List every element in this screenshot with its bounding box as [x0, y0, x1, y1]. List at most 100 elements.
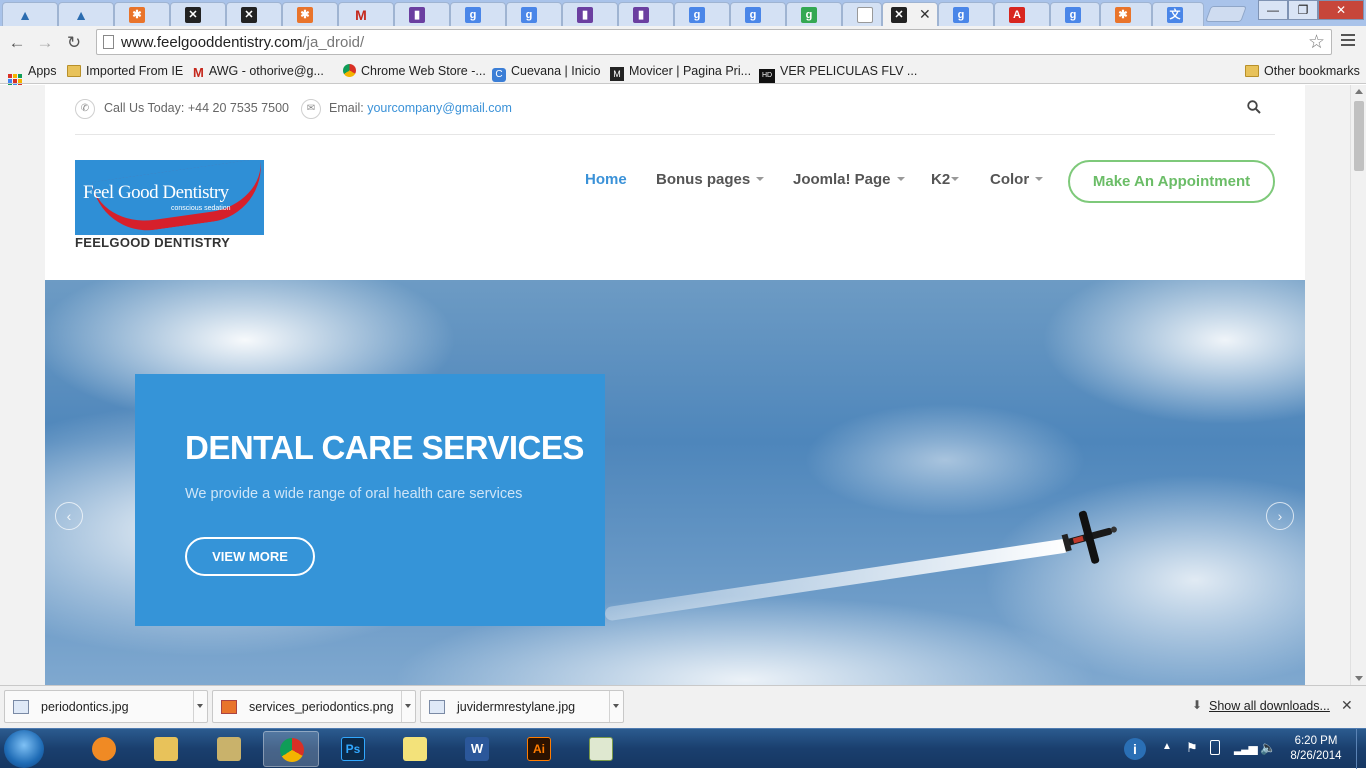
tab[interactable]: g	[938, 2, 994, 26]
url-host: www.feelgooddentistry.com	[121, 34, 303, 51]
download-item[interactable]: juvidermrestylane.jpg	[420, 690, 624, 723]
taskbar-notepad[interactable]	[573, 731, 629, 767]
google-icon: g	[465, 7, 481, 23]
new-tab-button[interactable]	[1205, 6, 1247, 22]
tab[interactable]: ✱	[1100, 2, 1152, 26]
nav-home[interactable]: Home	[585, 171, 627, 188]
system-clock[interactable]: 6:20 PM 8/26/2014	[1283, 734, 1349, 764]
view-more-button[interactable]: VIEW MORE	[185, 537, 315, 576]
tab[interactable]: ▮	[562, 2, 618, 26]
email-line: Email: yourcompany@gmail.com	[329, 101, 512, 115]
back-button[interactable]: ←	[6, 32, 28, 54]
page-icon	[103, 35, 114, 49]
minimize-button[interactable]: —	[1258, 0, 1288, 20]
device-tray-icon[interactable]	[1210, 740, 1220, 755]
nav-joomla-page[interactable]: Joomla! Page	[793, 171, 905, 188]
tab[interactable]: 文	[1152, 2, 1204, 26]
bookmark-imported-from-ie[interactable]: Imported From IE	[67, 62, 183, 80]
bookmark-other[interactable]: Other bookmarks	[1245, 62, 1360, 80]
scroll-thumb[interactable]	[1354, 101, 1364, 171]
tab[interactable]: ✕	[170, 2, 226, 26]
bookmark-awg[interactable]: M AWG - othorive@g...	[193, 62, 324, 80]
taskbar-photoshop[interactable]: Ps	[325, 731, 381, 767]
taskbar-illustrator[interactable]: Ai	[511, 731, 567, 767]
bookmark-movicer[interactable]: M Movicer | Pagina Pri...	[610, 62, 751, 81]
tab-active[interactable]: ✕ ✕	[882, 2, 938, 27]
google-icon: g	[521, 7, 537, 23]
download-menu-button[interactable]	[193, 691, 207, 722]
tab[interactable]: ▮	[618, 2, 674, 26]
show-hidden-icons[interactable]: ▲	[1162, 741, 1172, 752]
scroll-down-icon[interactable]	[1355, 676, 1363, 681]
download-item[interactable]: services_periodontics.png	[212, 690, 416, 723]
tab[interactable]: g	[730, 2, 786, 26]
media-player-icon	[92, 737, 116, 761]
forward-button[interactable]: →	[34, 32, 56, 54]
taskbar-app[interactable]	[201, 731, 257, 767]
image-file-icon	[429, 700, 445, 714]
site-logo[interactable]: Feel Good Dentistry conscious sedation	[75, 160, 264, 235]
action-center-flag-icon[interactable]: ⚑	[1186, 740, 1198, 756]
slider-next-button[interactable]: ›	[1266, 502, 1294, 530]
scroll-up-icon[interactable]	[1355, 89, 1363, 94]
tab[interactable]: g	[450, 2, 506, 26]
purple-square-icon: ▮	[409, 7, 425, 23]
image-file-icon	[13, 700, 29, 714]
url-text[interactable]: www.feelgooddentistry.com/ja_droid/	[121, 34, 364, 51]
download-menu-button[interactable]	[401, 691, 415, 722]
tab[interactable]: g	[506, 2, 562, 26]
bookmark-apps[interactable]: Apps	[8, 62, 57, 88]
tab[interactable]: ✱	[114, 2, 170, 26]
address-bar[interactable]: www.feelgooddentistry.com/ja_droid/ ☆	[96, 29, 1332, 55]
nav-k2[interactable]: K2	[931, 171, 960, 188]
show-all-downloads-link[interactable]: Show all downloads...	[1209, 699, 1330, 713]
bookmark-cuevana[interactable]: C Cuevana | Inicio	[492, 62, 600, 82]
tab[interactable]	[842, 2, 882, 26]
bookmark-star-icon[interactable]: ☆	[1308, 31, 1325, 54]
google-icon: g	[953, 7, 969, 23]
taskbar-chrome[interactable]	[263, 731, 319, 767]
tab[interactable]: g	[786, 2, 842, 26]
page-scrollbar[interactable]	[1350, 85, 1366, 685]
tab[interactable]: ▲	[2, 2, 58, 26]
tab[interactable]: ▲	[58, 2, 114, 26]
bookmark-ver-peliculas[interactable]: HD VER PELICULAS FLV ...	[759, 62, 917, 83]
make-appointment-button[interactable]: Make An Appointment	[1068, 160, 1275, 203]
phone-icon: ✆	[75, 99, 95, 119]
tab[interactable]: g	[1050, 2, 1100, 26]
chrome-menu-button[interactable]	[1341, 34, 1355, 49]
close-icon[interactable]: ✕	[1341, 697, 1353, 714]
page-viewport: ✆ Call Us Today: +44 20 7535 7500 ✉ Emai…	[0, 85, 1350, 685]
logo-text: Feel Good Dentistry	[83, 182, 229, 203]
download-filename: services_periodontics.png	[249, 700, 394, 714]
network-signal-icon[interactable]: ▂▃▅	[1234, 741, 1258, 755]
tab[interactable]: ▮	[394, 2, 450, 26]
nav-color[interactable]: Color	[990, 171, 1044, 188]
slider-prev-button[interactable]: ‹	[55, 502, 83, 530]
info-tray-icon[interactable]: i	[1124, 738, 1146, 760]
tab[interactable]: M	[338, 2, 394, 26]
bookmark-chrome-web-store[interactable]: Chrome Web Store -...	[343, 62, 486, 80]
taskbar-explorer[interactable]	[138, 731, 194, 767]
nav-label: Joomla! Page	[793, 171, 891, 188]
download-item[interactable]: periodontics.jpg	[4, 690, 208, 723]
download-menu-button[interactable]	[609, 691, 623, 722]
nav-bonus-pages[interactable]: Bonus pages	[656, 171, 765, 188]
window-close-button[interactable]: ✕	[1318, 0, 1364, 20]
reload-button[interactable]: ↻	[63, 32, 85, 54]
taskbar-word[interactable]: W	[449, 731, 505, 767]
download-filename: juvidermrestylane.jpg	[457, 700, 576, 714]
start-button[interactable]	[4, 730, 44, 768]
taskbar-sticky-notes[interactable]	[387, 731, 443, 767]
email-link[interactable]: yourcompany@gmail.com	[367, 101, 512, 115]
volume-icon[interactable]: 🔈	[1260, 740, 1276, 756]
search-icon[interactable]	[1247, 100, 1261, 114]
tab[interactable]: g	[674, 2, 730, 26]
taskbar-media-player[interactable]	[76, 731, 132, 767]
tab[interactable]: A	[994, 2, 1050, 26]
tab[interactable]: ✕	[226, 2, 282, 26]
tab[interactable]: ✱	[282, 2, 338, 26]
maximize-button[interactable]: ❐	[1288, 0, 1318, 20]
close-icon[interactable]: ✕	[919, 6, 931, 23]
show-desktop-button[interactable]	[1356, 729, 1366, 769]
